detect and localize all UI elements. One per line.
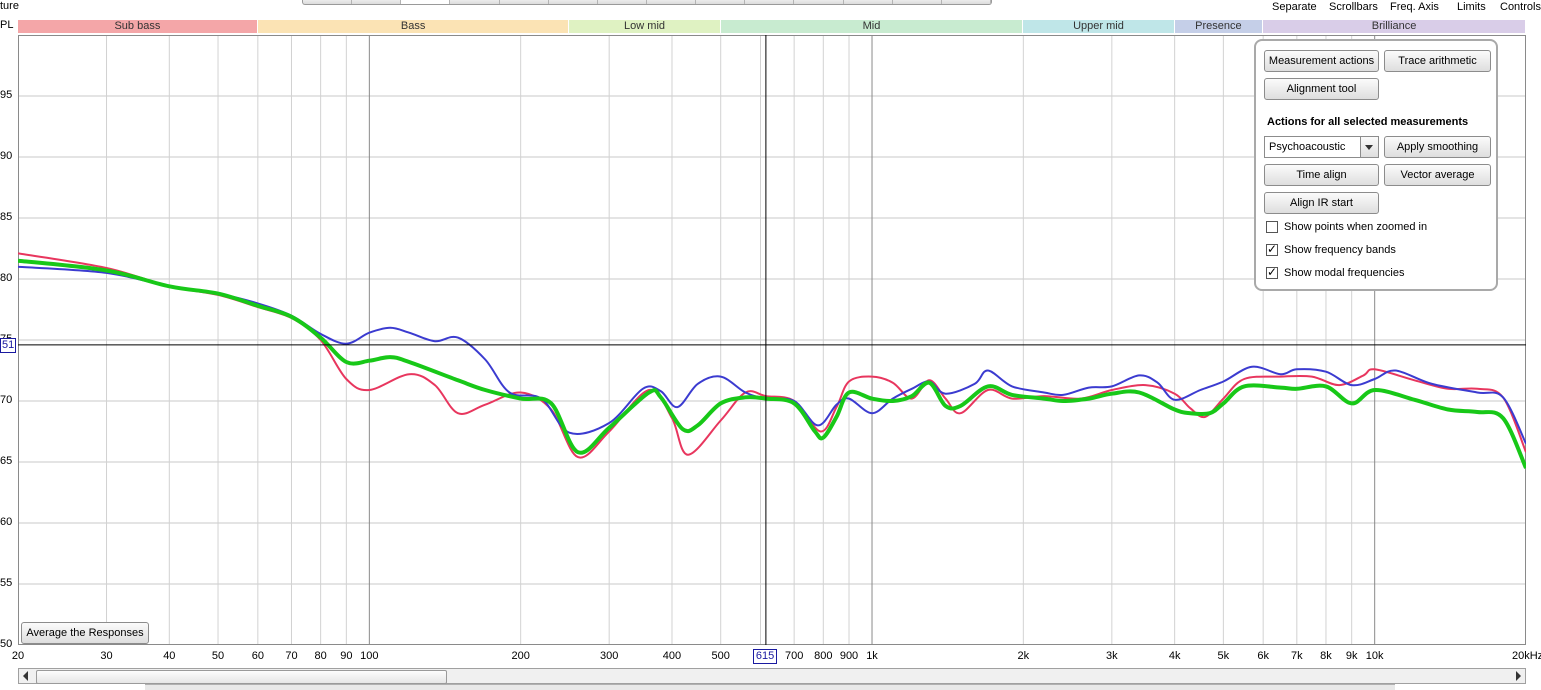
y-tick-label: 60 bbox=[0, 516, 13, 528]
band-mid: Mid bbox=[720, 20, 1024, 33]
x-tick-label: 40 bbox=[163, 650, 176, 662]
measurement-actions-button[interactable]: Measurement actions bbox=[1264, 50, 1379, 72]
x-tick-label: 70 bbox=[285, 650, 298, 662]
x-tick-label: 200 bbox=[511, 650, 530, 662]
separate-link[interactable]: Separate bbox=[1272, 1, 1317, 13]
y-tick-label: 70 bbox=[0, 394, 13, 406]
controls-panel: Measurement actions Trace arithmetic Ali… bbox=[1254, 39, 1498, 291]
freq-axis-link[interactable]: Freq. Axis bbox=[1390, 1, 1439, 13]
bottom-scroll-track bbox=[145, 684, 1395, 690]
cursor-frequency-readout: 615 bbox=[752, 649, 778, 664]
trace-3 bbox=[18, 258, 1526, 469]
band-upper-mid: Upper mid bbox=[1023, 20, 1175, 33]
x-tick-label: 6k bbox=[1257, 650, 1269, 662]
x-tick-label: 50 bbox=[211, 650, 225, 662]
x-tick-label: 80 bbox=[314, 650, 327, 662]
x-tick-label: 60 bbox=[251, 650, 264, 662]
x-tick-label: 30 bbox=[100, 650, 113, 662]
x-tick-label: 10k bbox=[1365, 650, 1384, 662]
scroll-right-icon[interactable] bbox=[1516, 671, 1521, 681]
y-tick-label: 85 bbox=[0, 211, 13, 223]
show-points-row: Show points when zoomed in bbox=[1266, 221, 1428, 234]
scroll-left-icon[interactable] bbox=[23, 671, 28, 681]
x-tick-label: 1k bbox=[866, 650, 878, 662]
y-tick-label: 50 bbox=[0, 638, 13, 650]
x-tick-label: 400 bbox=[662, 650, 682, 662]
smoothing-select-value: Psychoacoustic bbox=[1269, 141, 1346, 153]
controls-link[interactable]: Controls bbox=[1500, 1, 1541, 13]
show-modal-label: Show modal frequencies bbox=[1284, 267, 1405, 280]
scrollbar-thumb[interactable] bbox=[36, 670, 447, 684]
trace-arithmetic-button[interactable]: Trace arithmetic bbox=[1384, 50, 1491, 72]
x-tick-label: 7k bbox=[1291, 650, 1303, 662]
x-tick-label: 4k bbox=[1168, 650, 1181, 662]
show-points-label: Show points when zoomed in bbox=[1284, 221, 1428, 234]
x-tick-label: 3k bbox=[1106, 650, 1118, 662]
x-tick-label: 900 bbox=[839, 650, 859, 662]
y-tick-label: 95 bbox=[0, 89, 13, 101]
average-responses-button[interactable]: Average the Responses bbox=[21, 622, 149, 644]
y-tick-label: 55 bbox=[0, 577, 13, 589]
scrollbars-link[interactable]: Scrollbars bbox=[1329, 1, 1378, 13]
x-tick-label: 9k bbox=[1345, 650, 1358, 662]
chevron-down-icon[interactable] bbox=[1360, 137, 1378, 157]
x-tick-label: 20kHz bbox=[1512, 650, 1541, 662]
x-tick-label: 100 bbox=[360, 650, 379, 662]
horizontal-scrollbar[interactable] bbox=[18, 668, 1526, 684]
top-toolbar-strip[interactable] bbox=[302, 0, 992, 5]
limits-link[interactable]: Limits bbox=[1457, 1, 1486, 13]
x-tick-label: 90 bbox=[340, 650, 353, 662]
alignment-tool-button[interactable]: Alignment tool bbox=[1264, 78, 1379, 100]
band-low-mid: Low mid bbox=[569, 20, 721, 33]
x-tick-label: 700 bbox=[784, 650, 804, 662]
show-modal-checkbox[interactable] bbox=[1266, 265, 1278, 280]
panel-heading: Actions for all selected measurements bbox=[1267, 116, 1469, 128]
band-sub-bass: Sub bass bbox=[18, 20, 258, 33]
frequency-bands-strip: Sub bass Bass Low mid Mid Upper mid Presence B… bbox=[18, 20, 1526, 33]
window-title-fragment: ture bbox=[0, 0, 19, 12]
band-presence: Presence bbox=[1174, 20, 1264, 33]
x-tick-label: 500 bbox=[711, 650, 730, 662]
x-tick-label: 5k bbox=[1217, 650, 1230, 662]
show-points-checkbox[interactable] bbox=[1266, 221, 1278, 234]
apply-smoothing-button[interactable]: Apply smoothing bbox=[1384, 136, 1491, 158]
band-bass: Bass bbox=[257, 20, 570, 33]
show-bands-row: Show frequency bands bbox=[1266, 242, 1396, 257]
band-brilliance: Brilliance bbox=[1263, 20, 1526, 33]
show-modal-row: Show modal frequencies bbox=[1266, 265, 1405, 280]
y-tick-label: 90 bbox=[0, 150, 13, 162]
y-tick-label: 65 bbox=[0, 455, 13, 467]
vector-average-button[interactable]: Vector average bbox=[1384, 164, 1491, 186]
time-align-button[interactable]: Time align bbox=[1264, 164, 1379, 186]
show-bands-label: Show frequency bands bbox=[1284, 244, 1396, 257]
x-tick-label: 2k bbox=[1017, 650, 1030, 662]
align-ir-start-button[interactable]: Align IR start bbox=[1264, 192, 1379, 214]
x-tick-label: 800 bbox=[814, 650, 833, 662]
x-tick-label: 8k bbox=[1320, 650, 1332, 662]
smoothing-select[interactable]: Psychoacoustic bbox=[1264, 136, 1379, 158]
y-tick-label: 80 bbox=[0, 272, 13, 284]
cursor-level-readout: 51 bbox=[0, 337, 17, 353]
x-tick-label: 20 bbox=[11, 650, 25, 662]
trace-2 bbox=[18, 265, 1526, 445]
x-tick-label: 300 bbox=[599, 650, 619, 662]
show-bands-checkbox[interactable] bbox=[1266, 242, 1278, 257]
y-unit-label: PL bbox=[0, 19, 14, 31]
